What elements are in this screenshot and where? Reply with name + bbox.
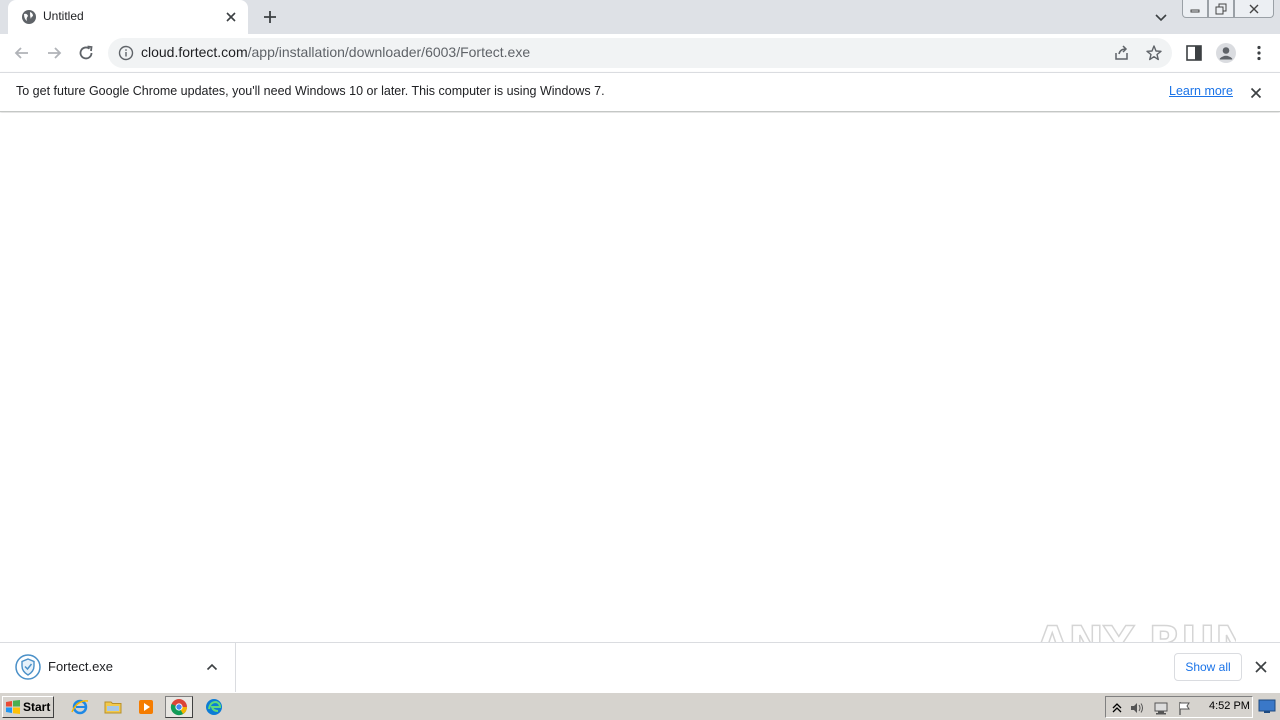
window-controls — [1182, 0, 1274, 18]
reload-icon[interactable] — [76, 43, 96, 63]
media-player-icon — [139, 700, 153, 714]
close-shelf-icon[interactable] — [1254, 660, 1268, 674]
browser-toolbar: cloud.fortect.com/app/installation/downl… — [0, 34, 1280, 72]
network-icon[interactable] — [1153, 700, 1169, 716]
chrome-icon — [170, 699, 188, 716]
taskbar-edge[interactable] — [200, 696, 228, 718]
show-desktop-icon[interactable] — [1258, 698, 1276, 714]
close-icon — [1249, 4, 1259, 13]
page-content[interactable] — [0, 113, 1280, 642]
address-bar[interactable]: cloud.fortect.com/app/installation/downl… — [108, 38, 1172, 68]
url-path: /app/installation/downloader/6003/Fortec… — [247, 44, 531, 60]
tab-strip: Untitled — [0, 0, 1280, 34]
action-center-flag-icon[interactable] — [1177, 700, 1193, 716]
browser-tab[interactable]: Untitled — [8, 0, 248, 34]
close-infobar-icon[interactable] — [1248, 85, 1264, 101]
learn-more-link[interactable]: Learn more — [1169, 84, 1233, 98]
download-shelf: Fortect.exe Show all — [0, 642, 1280, 692]
site-info-icon[interactable] — [118, 45, 134, 61]
download-item[interactable]: Fortect.exe — [0, 643, 236, 692]
chevron-down-icon[interactable] — [1152, 8, 1170, 26]
forward-arrow-icon[interactable] — [44, 43, 64, 63]
download-filename: Fortect.exe — [48, 659, 114, 674]
taskbar-ie[interactable] — [66, 696, 94, 718]
update-infobar: To get future Google Chrome updates, you… — [0, 72, 1280, 112]
back-arrow-icon[interactable] — [12, 43, 32, 63]
tab-title: Untitled — [43, 9, 84, 23]
folder-icon — [104, 701, 122, 714]
url-host: cloud.fortect.com — [141, 44, 248, 60]
fortect-shield-icon — [15, 654, 41, 680]
start-label: Start — [23, 700, 51, 714]
url-text[interactable]: cloud.fortect.com/app/installation/downl… — [141, 44, 530, 60]
minimize-icon — [1190, 9, 1200, 12]
volume-icon[interactable] — [1129, 700, 1145, 716]
restore-button[interactable] — [1208, 0, 1234, 18]
close-window-button[interactable] — [1234, 0, 1274, 18]
restore-icon — [1215, 3, 1227, 14]
show-all-button[interactable]: Show all — [1174, 653, 1242, 681]
edge-icon — [206, 699, 222, 715]
system-tray: 4:52 PM — [1105, 696, 1253, 718]
side-panel-icon[interactable] — [1184, 43, 1204, 63]
start-button[interactable]: Start — [2, 696, 54, 718]
taskbar-clock[interactable]: 4:52 PM — [1209, 700, 1250, 712]
bookmark-star-icon[interactable] — [1145, 44, 1163, 62]
windows-taskbar: Start 4:52 PM — [0, 692, 1280, 720]
profile-avatar-icon[interactable] — [1215, 42, 1237, 64]
close-tab-icon[interactable] — [223, 9, 239, 25]
chevron-up-icon[interactable] — [205, 660, 219, 674]
show-hidden-icons-icon[interactable] — [1109, 700, 1125, 716]
share-icon[interactable] — [1113, 44, 1131, 62]
taskbar-chrome[interactable] — [165, 696, 193, 718]
internet-explorer-icon — [71, 699, 89, 715]
new-tab-icon[interactable] — [260, 7, 280, 27]
globe-icon — [22, 10, 36, 24]
infobar-message: To get future Google Chrome updates, you… — [16, 84, 605, 98]
minimize-button[interactable] — [1182, 0, 1208, 18]
more-menu-icon[interactable] — [1249, 43, 1269, 63]
taskbar-explorer[interactable] — [99, 696, 127, 718]
windows-logo-icon — [6, 700, 20, 714]
taskbar-media-player[interactable] — [132, 696, 160, 718]
